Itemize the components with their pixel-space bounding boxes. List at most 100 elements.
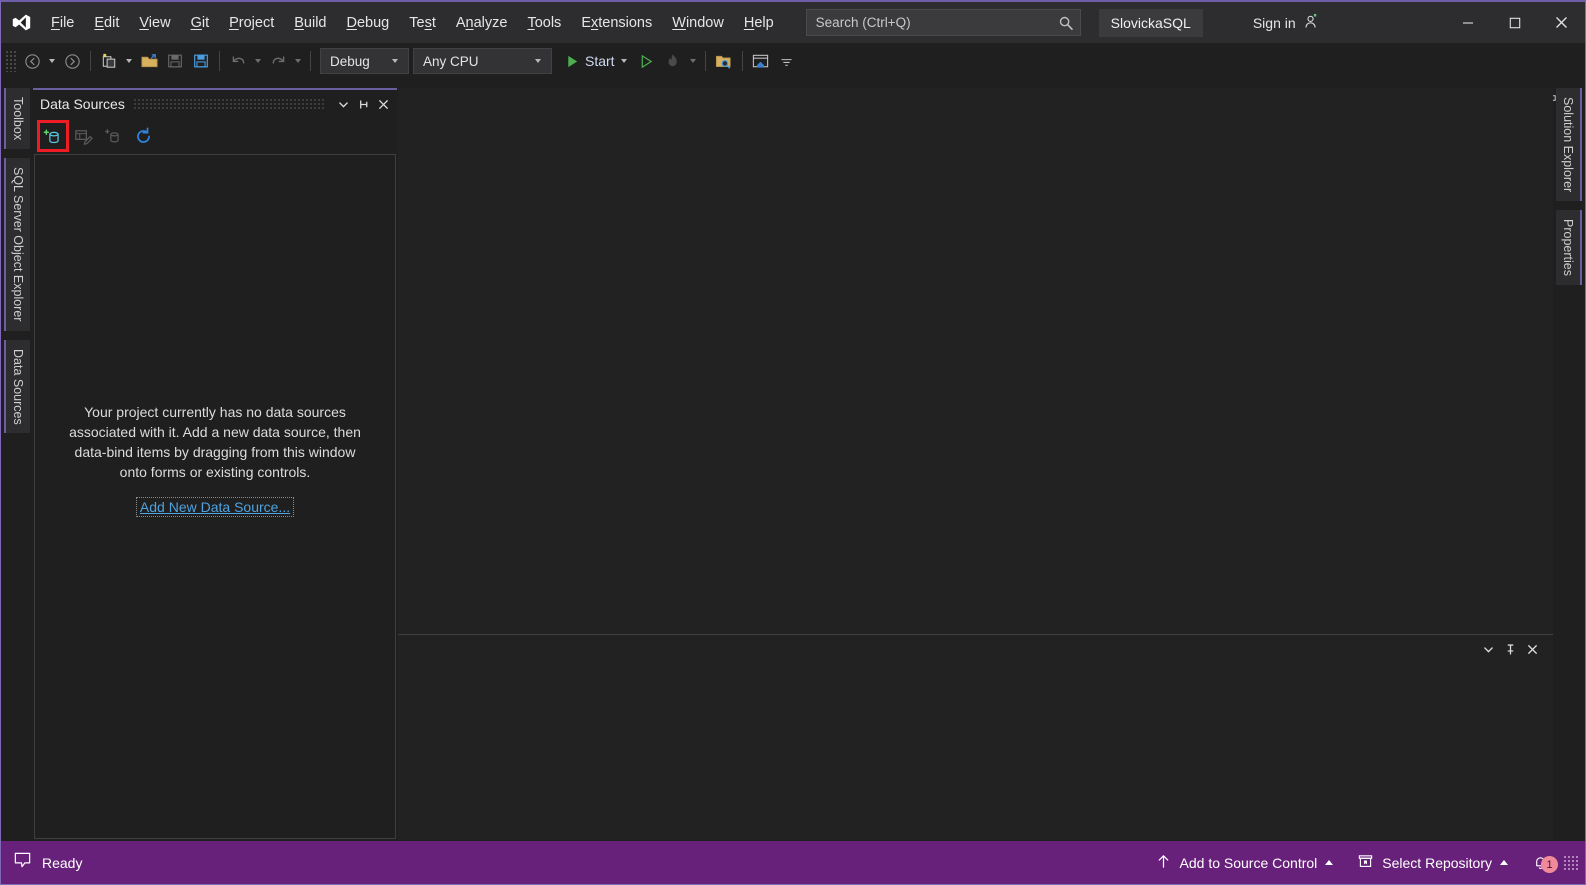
save-icon[interactable] xyxy=(162,46,188,76)
sidebar-tab-solution-explorer-label: Solution Explorer xyxy=(1561,97,1575,193)
start-without-debugging-icon[interactable] xyxy=(634,46,660,76)
edit-dataset-with-designer-button[interactable] xyxy=(69,122,97,150)
bell-icon: 1 xyxy=(1532,854,1558,873)
notifications-button[interactable]: 1 xyxy=(1520,841,1558,884)
sidebar-tab-data-sources[interactable]: Data Sources xyxy=(4,339,30,434)
project-name-chip[interactable]: SlovickaSQL xyxy=(1098,8,1203,37)
toolbar-separator xyxy=(90,51,91,71)
sidebar-tab-properties[interactable]: Properties xyxy=(1556,210,1582,286)
new-project-dropdown-icon[interactable] xyxy=(126,59,132,63)
document-area xyxy=(398,88,1553,840)
solution-configuration-value: Debug xyxy=(330,53,370,69)
chevron-down-icon[interactable] xyxy=(1477,639,1499,661)
chevron-down-icon xyxy=(392,59,398,63)
visual-studio-logo-icon xyxy=(1,2,41,43)
add-to-source-control-label: Add to Source Control xyxy=(1179,854,1318,871)
menu-item-help[interactable]: Help xyxy=(734,2,784,43)
search-box[interactable] xyxy=(805,9,1081,36)
status-bar-left: Ready xyxy=(1,851,82,875)
select-repository-label: Select Repository xyxy=(1382,854,1492,871)
close-icon[interactable] xyxy=(373,93,393,115)
open-file-icon[interactable] xyxy=(136,46,162,76)
solution-platform-value: Any CPU xyxy=(423,53,479,69)
new-project-icon[interactable] xyxy=(96,46,122,76)
chevron-up-icon xyxy=(1325,860,1334,865)
sidebar-tab-sql-server-object-explorer[interactable]: SQL Server Object Explorer xyxy=(4,158,30,331)
sidebar-tab-toolbox[interactable]: Toolbox xyxy=(4,88,30,150)
toolbar-separator-2 xyxy=(219,51,220,71)
menu-item-project[interactable]: Project xyxy=(219,2,284,43)
data-sources-title: Data Sources xyxy=(40,96,125,112)
hot-reload-dropdown-icon[interactable] xyxy=(689,59,696,63)
toolbar-separator-4 xyxy=(704,51,706,71)
solution-configuration-dropdown[interactable]: Debug xyxy=(320,48,409,74)
navigate-back-dropdown-icon[interactable] xyxy=(49,59,55,63)
bottom-tool-window-title-bar xyxy=(398,634,1553,664)
toolbar-overflow-icon[interactable] xyxy=(774,46,800,76)
menu-item-window[interactable]: Window xyxy=(662,2,734,43)
add-new-data-source-link[interactable]: Add New Data Source... xyxy=(135,497,295,517)
menu-item-analyze[interactable]: Analyze xyxy=(446,2,518,43)
project-name-label: SlovickaSQL xyxy=(1110,14,1191,31)
search-icon xyxy=(1058,15,1074,31)
chevron-down-icon xyxy=(535,59,541,63)
undo-dropdown-icon[interactable] xyxy=(255,59,261,63)
menu-item-test[interactable]: Test xyxy=(399,2,446,43)
chevron-up-icon xyxy=(1500,860,1508,865)
pin-icon[interactable] xyxy=(353,93,373,115)
sidebar-tab-solution-explorer[interactable]: Solution Explorer xyxy=(1556,88,1582,202)
search-input[interactable] xyxy=(815,15,1058,30)
upload-arrow-icon xyxy=(1155,853,1172,873)
minimize-button[interactable] xyxy=(1444,2,1491,43)
data-sources-title-bar: Data Sources xyxy=(33,90,397,118)
start-debug-button[interactable]: Start xyxy=(562,46,634,76)
menu-item-file[interactable]: File xyxy=(41,2,84,43)
standard-toolbar: Debug Any CPU Start xyxy=(1,43,1585,110)
sign-in-label: Sign in xyxy=(1252,14,1296,31)
sign-in-button[interactable]: Sign in xyxy=(1247,9,1326,37)
window-controls xyxy=(1444,2,1585,43)
select-repository-button[interactable]: Select Repository xyxy=(1345,841,1520,884)
title-bar: File Edit View Git Project Build Debug T… xyxy=(1,2,1585,43)
redo-dropdown-icon[interactable] xyxy=(295,59,301,63)
menu-item-debug[interactable]: Debug xyxy=(336,2,399,43)
menu-item-view[interactable]: View xyxy=(129,2,180,43)
redo-icon[interactable] xyxy=(265,46,291,76)
menu-item-git[interactable]: Git xyxy=(181,2,220,43)
menu-item-tools[interactable]: Tools xyxy=(517,2,571,43)
solution-platform-dropdown[interactable]: Any CPU xyxy=(413,48,552,74)
home-window-icon[interactable] xyxy=(748,46,774,76)
pin-icon[interactable] xyxy=(1499,639,1521,661)
close-button[interactable] xyxy=(1538,2,1585,43)
save-all-icon[interactable] xyxy=(188,46,214,76)
repository-icon xyxy=(1357,853,1374,873)
sidebar-tab-properties-label: Properties xyxy=(1561,219,1575,277)
data-sources-tool-window: Data Sources Your project currently has … xyxy=(33,88,397,840)
menu-item-edit[interactable]: Edit xyxy=(84,2,129,43)
toolbar-drag-grip[interactable] xyxy=(5,50,16,72)
menu-item-build[interactable]: Build xyxy=(284,2,336,43)
maximize-button[interactable] xyxy=(1491,2,1538,43)
navigate-forward-button[interactable] xyxy=(59,46,85,76)
right-tool-tab-strip: Solution Explorer Properties xyxy=(1554,88,1584,294)
sidebar-tab-toolbox-label: Toolbox xyxy=(11,97,25,141)
search-folder-icon[interactable] xyxy=(711,46,737,76)
data-sources-toolbar xyxy=(33,118,397,154)
add-new-data-source-button[interactable] xyxy=(37,120,69,152)
window-resize-grip[interactable] xyxy=(1563,854,1579,871)
status-text: Ready xyxy=(42,854,83,871)
data-sources-drag-handle[interactable] xyxy=(132,98,325,110)
start-dropdown-icon[interactable] xyxy=(620,59,627,63)
menu-item-extensions[interactable]: Extensions xyxy=(571,2,662,43)
chevron-down-icon[interactable] xyxy=(333,93,353,115)
sidebar-tab-data-sources-label: Data Sources xyxy=(11,348,25,425)
refresh-button[interactable] xyxy=(129,122,157,150)
undo-icon[interactable] xyxy=(225,46,251,76)
hot-reload-icon[interactable] xyxy=(660,46,686,76)
navigate-back-button[interactable] xyxy=(19,46,45,76)
add-to-source-control-button[interactable]: Add to Source Control xyxy=(1143,841,1346,884)
close-icon[interactable] xyxy=(1521,639,1543,661)
toolbar-separator-3 xyxy=(310,51,311,71)
add-new-data-source-alt-button[interactable] xyxy=(99,122,127,150)
left-tool-tab-strip: Toolbox SQL Server Object Explorer Data … xyxy=(2,88,32,840)
